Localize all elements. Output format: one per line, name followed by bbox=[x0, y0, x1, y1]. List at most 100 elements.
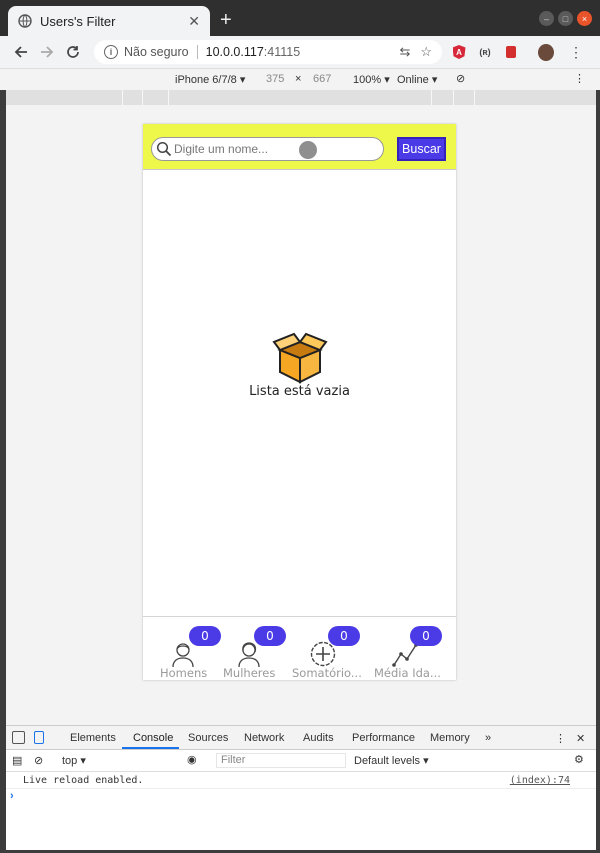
maximize-button[interactable]: □ bbox=[558, 11, 573, 26]
tab-audits[interactable]: Audits bbox=[303, 732, 334, 744]
rotate-icon[interactable]: ⊘ bbox=[456, 72, 465, 85]
console-filter-input[interactable]: Filter bbox=[216, 753, 346, 768]
globe-icon bbox=[18, 14, 32, 28]
nav-label: Homens bbox=[160, 666, 208, 680]
active-tab-indicator bbox=[122, 747, 179, 749]
device-mode-icon[interactable] bbox=[34, 731, 44, 744]
log-levels-select[interactable]: Default levels ▾ bbox=[354, 754, 429, 767]
count-badge: 0 bbox=[328, 626, 360, 646]
log-message: Live reload enabled. bbox=[23, 775, 144, 786]
log-source-link[interactable]: (index):74 bbox=[510, 775, 570, 786]
line-chart-icon bbox=[392, 643, 418, 667]
arrow-right-icon bbox=[41, 46, 54, 58]
forward-button[interactable] bbox=[34, 39, 60, 65]
divider bbox=[196, 45, 198, 59]
device-menu-icon[interactable]: ⋮ bbox=[574, 72, 585, 85]
woman-icon bbox=[238, 642, 260, 667]
count-badge: 0 bbox=[189, 626, 221, 646]
nav-label: Somatório... bbox=[292, 666, 362, 680]
sidebar-toggle-icon[interactable]: ▤ bbox=[12, 754, 22, 767]
reload-icon bbox=[67, 46, 79, 58]
open-box-icon bbox=[271, 332, 328, 384]
lock-extension-icon[interactable] bbox=[503, 44, 519, 60]
nav-somatorio[interactable]: 0 Somatório... bbox=[292, 617, 373, 681]
phone-screen: Buscar Lista está vazia 0 Homens bbox=[143, 124, 456, 680]
ruler-tick bbox=[474, 90, 475, 105]
search-button[interactable]: Buscar bbox=[397, 137, 446, 161]
tab-sources[interactable]: Sources bbox=[188, 732, 228, 744]
nav-label: Mulheres bbox=[223, 666, 276, 680]
url-text: 10.0.0.117:41115 bbox=[206, 45, 390, 59]
console-prompt[interactable]: › bbox=[10, 790, 14, 802]
address-bar[interactable]: i Não seguro 10.0.0.117:41115 ⇆ ☆ bbox=[94, 40, 442, 64]
nav-media-idade[interactable]: 0 Média Ida... bbox=[373, 617, 453, 681]
nav-label: Média Ida... bbox=[374, 666, 441, 680]
devtools-tabbar: Elements Console Sources Network Audits … bbox=[6, 726, 596, 750]
ruler-tick bbox=[453, 90, 454, 105]
empty-list-message: Lista está vazia bbox=[249, 384, 350, 399]
console-toolbar: ▤ ⊘ top ▾ ◉ Filter Default levels ▾ ⚙ bbox=[6, 750, 596, 772]
count-badge: 0 bbox=[254, 626, 286, 646]
console-settings-icon[interactable]: ⚙ bbox=[574, 753, 584, 766]
device-height[interactable]: 667 bbox=[313, 73, 331, 85]
eye-icon[interactable]: ◉ bbox=[187, 753, 197, 766]
info-icon[interactable]: i bbox=[104, 45, 118, 59]
app-header: Buscar bbox=[143, 124, 456, 170]
nav-mulheres[interactable]: 0 Mulheres bbox=[223, 617, 303, 681]
touch-cursor bbox=[299, 141, 317, 159]
devtools-menu-icon[interactable]: ⋮ bbox=[555, 732, 566, 745]
profile-avatar[interactable] bbox=[538, 43, 554, 61]
tab-memory[interactable]: Memory bbox=[430, 732, 470, 744]
ruler-tick bbox=[431, 90, 432, 105]
dimension-separator: × bbox=[295, 73, 302, 85]
url-port: :41115 bbox=[263, 45, 301, 59]
network-select[interactable]: Online ▾ bbox=[397, 73, 437, 86]
redux-extension-icon[interactable]: (ʀ) bbox=[477, 44, 493, 60]
arrow-left-icon bbox=[14, 46, 27, 58]
tab-title: Users's Filter bbox=[40, 13, 116, 29]
nav-homens[interactable]: 0 Homens bbox=[153, 617, 233, 681]
browser-menu-icon[interactable]: ⋮ bbox=[568, 44, 584, 60]
back-button[interactable] bbox=[8, 39, 34, 65]
tab-performance[interactable]: Performance bbox=[352, 732, 415, 744]
ruler-tick bbox=[142, 90, 143, 105]
zoom-select[interactable]: 100% ▾ bbox=[353, 73, 390, 86]
media-query-ruler[interactable] bbox=[6, 90, 596, 105]
search-input[interactable] bbox=[174, 142, 294, 156]
reload-button[interactable] bbox=[60, 39, 86, 65]
device-select[interactable]: iPhone 6/7/8 ▾ bbox=[175, 73, 245, 86]
title-bar: Users's Filter ✕ + – □ × bbox=[0, 0, 600, 36]
man-icon bbox=[172, 643, 194, 667]
browser-tab[interactable]: Users's Filter ✕ bbox=[8, 6, 210, 36]
browser-toolbar: i Não seguro 10.0.0.117:41115 ⇆ ☆ A (ʀ) … bbox=[0, 36, 600, 68]
security-label: Não seguro bbox=[124, 45, 189, 59]
devtools-panel: Elements Console Sources Network Audits … bbox=[6, 725, 596, 850]
close-window-button[interactable]: × bbox=[577, 11, 592, 26]
tab-network[interactable]: Network bbox=[244, 732, 284, 744]
minimize-button[interactable]: – bbox=[539, 11, 554, 26]
search-field[interactable] bbox=[151, 137, 384, 161]
url-host: 10.0.0.117 bbox=[205, 45, 264, 59]
empty-state: Lista está vazia bbox=[143, 332, 456, 399]
window-controls: – □ × bbox=[539, 11, 592, 26]
add-circle-icon bbox=[310, 641, 336, 667]
more-tabs-button[interactable]: » bbox=[485, 732, 491, 744]
devtools-close-icon[interactable]: ✕ bbox=[576, 732, 585, 745]
star-icon[interactable]: ☆ bbox=[420, 44, 432, 60]
tab-close-icon[interactable]: ✕ bbox=[188, 13, 200, 30]
inspect-icon[interactable] bbox=[12, 731, 25, 744]
new-tab-button[interactable]: + bbox=[220, 10, 232, 30]
device-toolbar: iPhone 6/7/8 ▾ 375 × 667 100% ▾ Online ▾… bbox=[0, 68, 600, 90]
tab-console[interactable]: Console bbox=[133, 732, 173, 744]
context-select[interactable]: top ▾ bbox=[62, 754, 86, 767]
search-icon bbox=[156, 141, 172, 157]
bottom-navigation: 0 Homens 0 Mulheres 0 Somatório... 0 Méd… bbox=[143, 616, 456, 680]
count-badge: 0 bbox=[410, 626, 442, 646]
tab-elements[interactable]: Elements bbox=[70, 732, 116, 744]
device-width[interactable]: 375 bbox=[266, 73, 284, 85]
translate-icon[interactable]: ⇆ bbox=[399, 44, 410, 60]
clear-console-icon[interactable]: ⊘ bbox=[34, 754, 43, 767]
ruler-tick bbox=[122, 90, 123, 105]
angular-extension-icon[interactable]: A bbox=[451, 44, 467, 60]
ruler-tick bbox=[168, 90, 169, 105]
